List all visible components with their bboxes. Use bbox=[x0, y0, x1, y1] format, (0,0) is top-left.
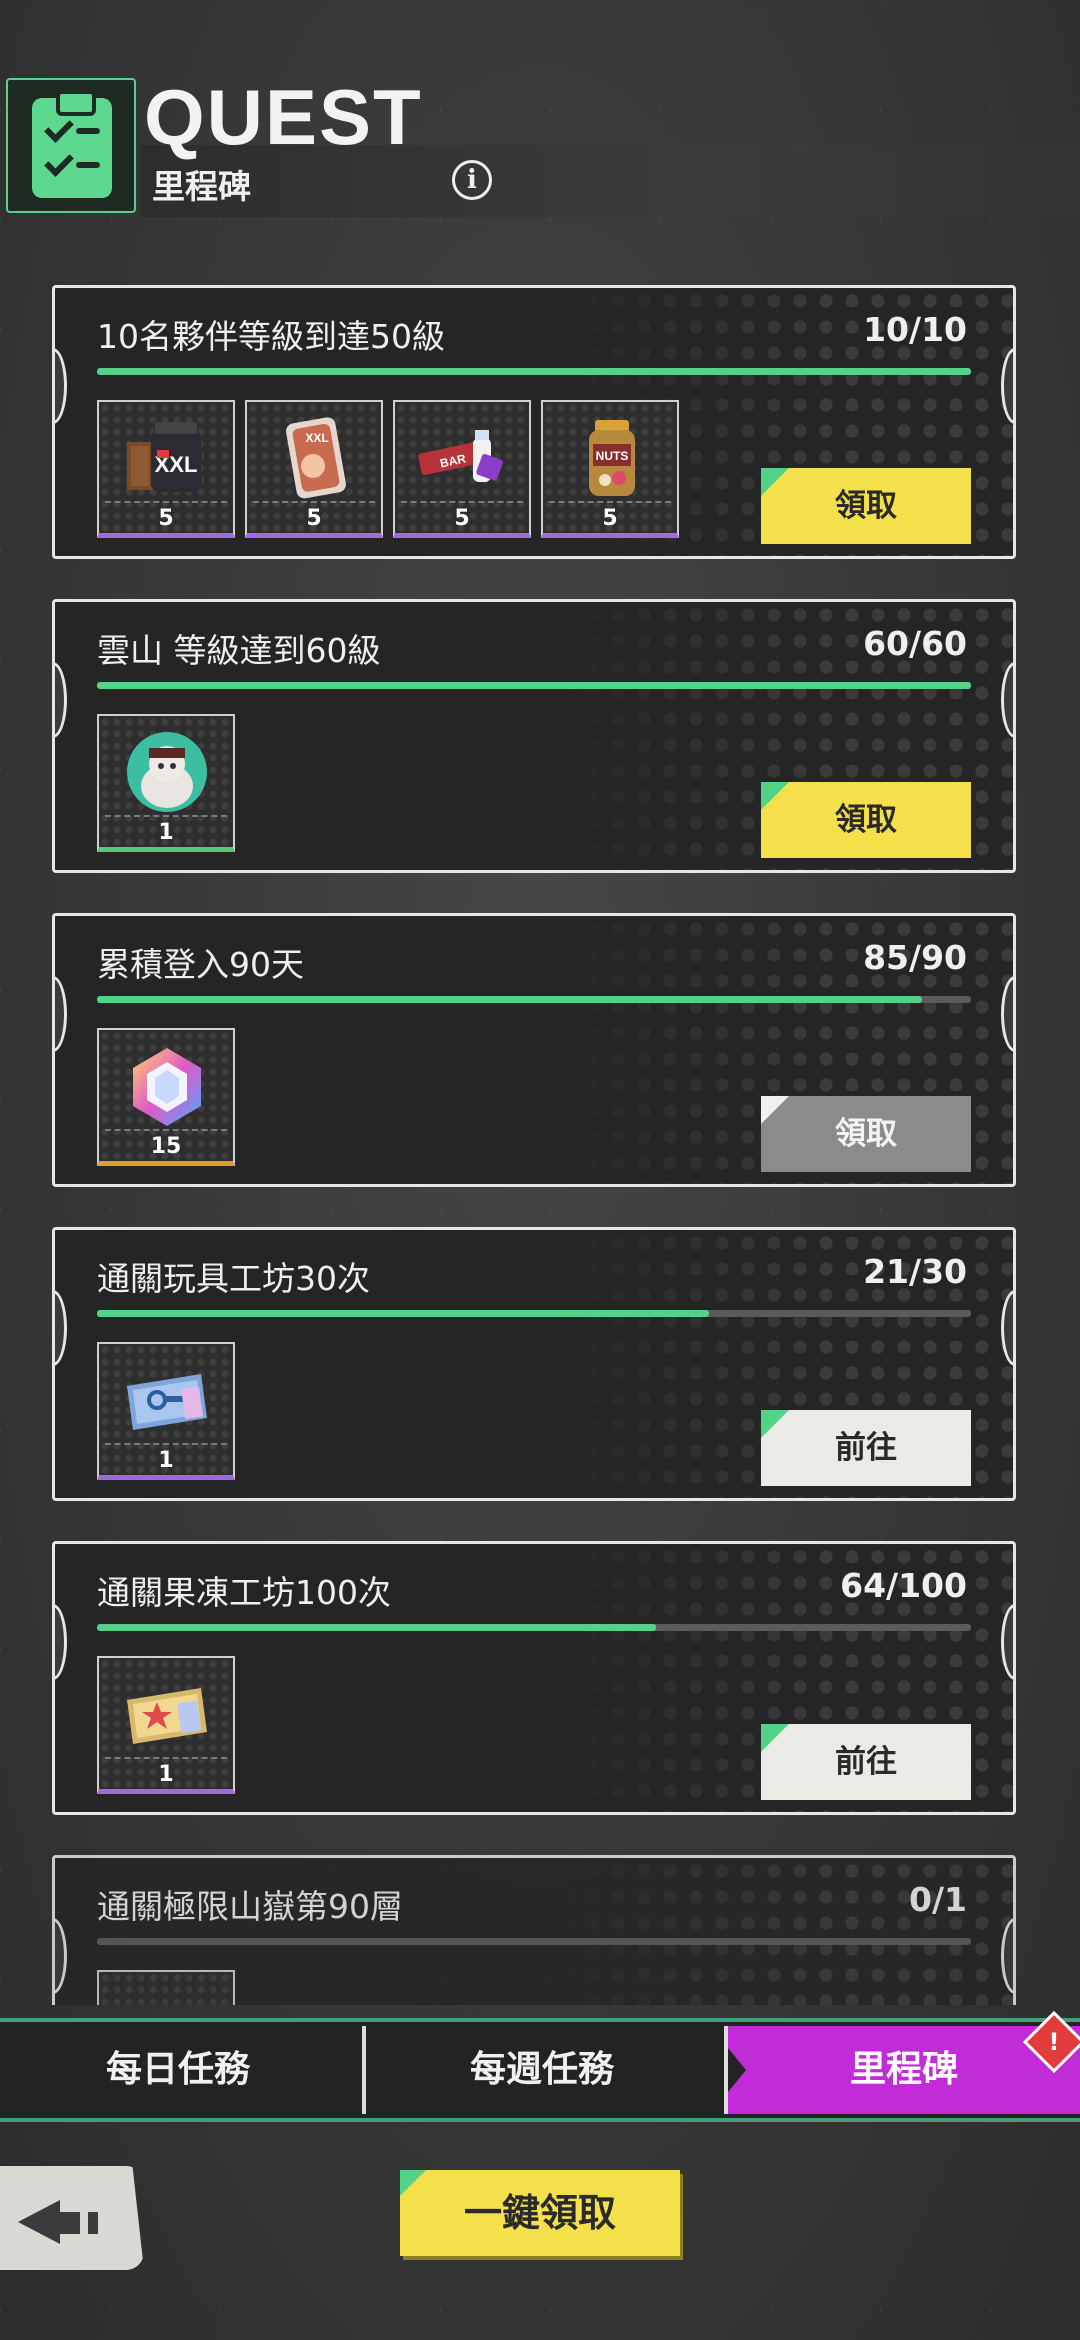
protein-tub-icon: XXL bbox=[127, 422, 201, 492]
quest-card: 雲山 等級達到60級 60/60 1 領取 bbox=[52, 599, 1016, 873]
reward-item[interactable]: 1 bbox=[97, 714, 235, 852]
quest-title: 10名夥伴等級到達50級 bbox=[97, 317, 445, 356]
reward-qty: 15 bbox=[150, 1134, 182, 1159]
quest-progress-text: 10/10 bbox=[863, 310, 967, 349]
quest-title: 雲山 等級達到60級 bbox=[97, 631, 381, 670]
reward-item[interactable]: XXL 5 bbox=[97, 400, 235, 538]
blueprint-ticket-icon bbox=[127, 1374, 207, 1430]
header: QUEST 里程碑 i bbox=[0, 0, 1080, 230]
reward-item[interactable]: 1 bbox=[97, 1656, 235, 1794]
svg-text:XXL: XXL bbox=[305, 431, 328, 445]
tab-milestone-label: 里程碑 bbox=[849, 2049, 958, 2090]
quest-title: 通關極限山嶽第90層 bbox=[97, 1887, 403, 1926]
reward-item[interactable] bbox=[97, 1970, 235, 2005]
protein-bar-icon: BAR bbox=[418, 430, 503, 482]
quest-card: 通關果凍工坊100次 64/100 1 前往 bbox=[52, 1541, 1016, 1815]
quest-progress-text: 64/100 bbox=[840, 1566, 967, 1605]
claim-button[interactable]: 領取 bbox=[761, 468, 971, 544]
reward-qty: 5 bbox=[306, 506, 322, 531]
page-title: QUEST bbox=[144, 73, 423, 161]
page-subtitle: 里程碑 bbox=[152, 167, 251, 206]
back-button[interactable] bbox=[0, 2166, 144, 2270]
reward-item[interactable]: BAR 5 bbox=[393, 400, 531, 538]
reward-qty: 5 bbox=[602, 506, 618, 531]
quest-progress-text: 21/30 bbox=[863, 1252, 967, 1291]
star-ticket-icon bbox=[127, 1688, 207, 1744]
reward-qty: 5 bbox=[454, 506, 470, 531]
reward-qty: 1 bbox=[158, 820, 174, 845]
quest-card: 通關極限山嶽第90層 0/1 bbox=[52, 1855, 1016, 2005]
quest-title: 通關果凍工坊100次 bbox=[97, 1573, 391, 1612]
protein-card-icon: XXL bbox=[286, 417, 346, 499]
quest-progress-bar bbox=[97, 1938, 971, 1945]
claim-button[interactable]: 領取 bbox=[761, 782, 971, 858]
quest-progress-text: 0/1 bbox=[909, 1880, 967, 1919]
quest-progress-bar bbox=[97, 682, 971, 689]
quest-title: 通關玩具工坊30次 bbox=[97, 1259, 370, 1298]
reward-item[interactable]: 1 bbox=[97, 1342, 235, 1480]
quest-card: 通關玩具工坊30次 21/30 1 前往 bbox=[52, 1227, 1016, 1501]
quest-progress-bar bbox=[97, 1624, 971, 1631]
tab-bar: 每日任務 每週任務 里程碑 bbox=[0, 2018, 1080, 2122]
reward-item[interactable]: NUTS 5 bbox=[541, 400, 679, 538]
quest-title: 累積登入90天 bbox=[97, 945, 304, 984]
tab-daily[interactable]: 每日任務 bbox=[0, 2026, 356, 2114]
info-icon[interactable]: i bbox=[452, 160, 492, 200]
claim-all-button[interactable]: 一鍵領取 bbox=[400, 2170, 680, 2256]
quest-progress-bar bbox=[97, 996, 971, 1003]
go-button[interactable]: 前往 bbox=[761, 1724, 971, 1800]
quest-progress-bar bbox=[97, 1310, 971, 1317]
reward-qty: 1 bbox=[158, 1448, 174, 1473]
clipboard-check-icon bbox=[32, 90, 112, 198]
reward-qty: 5 bbox=[158, 506, 174, 531]
quest-list[interactable]: 10名夥伴等級到達50級 10/10 XXL 5 XXL 5 BAR 5 NUT… bbox=[0, 285, 1080, 2005]
quest-card: 累積登入90天 85/90 15 領取 bbox=[52, 913, 1016, 1187]
gem-icon bbox=[133, 1048, 201, 1126]
quest-progress-text: 60/60 bbox=[863, 624, 967, 663]
nuts-jar-icon: NUTS bbox=[589, 420, 635, 496]
go-button[interactable]: 前往 bbox=[761, 1410, 971, 1486]
quest-card: 10名夥伴等級到達50級 10/10 XXL 5 XXL 5 BAR 5 NUT… bbox=[52, 285, 1016, 559]
quest-progress-text: 85/90 bbox=[863, 938, 967, 977]
tab-weekly[interactable]: 每週任務 bbox=[362, 2026, 718, 2114]
quest-icon-box bbox=[6, 78, 136, 213]
reward-item[interactable]: XXL 5 bbox=[245, 400, 383, 538]
svg-text:NUTS: NUTS bbox=[596, 449, 629, 463]
claim-button[interactable]: 領取 bbox=[761, 1096, 971, 1172]
reward-qty: 1 bbox=[158, 1762, 174, 1787]
reward-item[interactable]: 15 bbox=[97, 1028, 235, 1166]
quest-progress-bar bbox=[97, 368, 971, 375]
character-avatar-icon bbox=[127, 732, 207, 812]
